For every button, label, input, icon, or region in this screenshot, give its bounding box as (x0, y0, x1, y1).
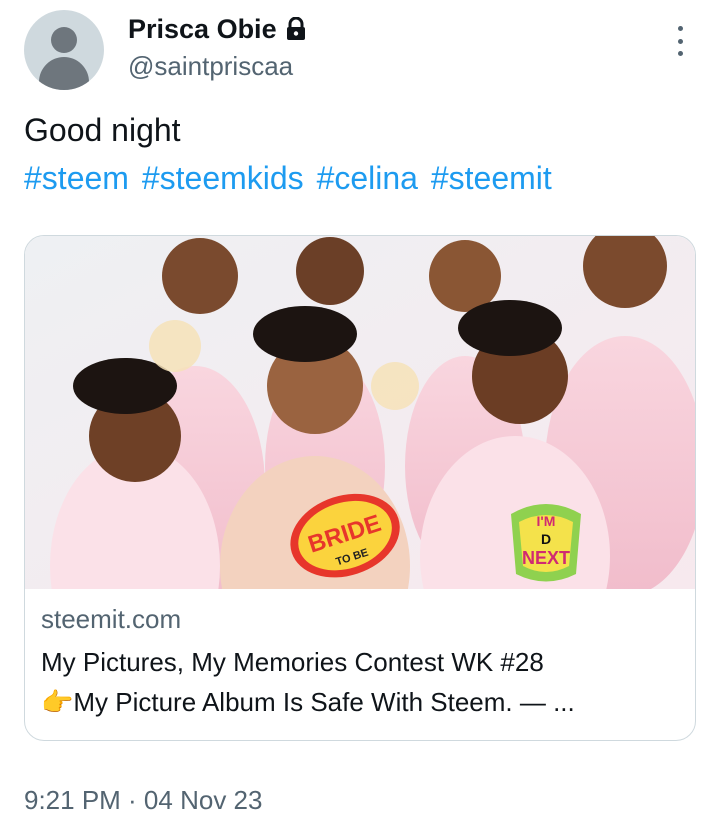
pointing-hand-icon: 👉 (41, 687, 74, 717)
next-sign-top-text: I'M (537, 513, 556, 529)
avatar[interactable] (24, 10, 104, 90)
card-title: My Pictures, My Memories Contest WK #28 … (41, 642, 679, 722)
hashtag-link[interactable]: #steem (24, 160, 129, 196)
next-sign-bottom-text: NEXT (522, 548, 570, 568)
author-handle[interactable]: @saintpriscaa (128, 50, 293, 82)
more-dot (677, 51, 683, 56)
more-options-icon[interactable] (670, 24, 690, 58)
avatar-body-shape (39, 57, 89, 90)
more-dot (677, 38, 683, 44)
tweet-text: Good night (24, 112, 181, 148)
card-photo-illustration: BRIDE TO BE I'M D NEXT (25, 236, 695, 589)
lock-icon (286, 17, 305, 40)
link-preview-card[interactable]: BRIDE TO BE I'M D NEXT steemit.com My Pi… (24, 235, 696, 741)
card-domain: steemit.com (41, 604, 182, 634)
next-sign-mid-text: D (541, 531, 551, 547)
tweet-timestamp[interactable]: 9:21 PM · 04 Nov 23 (24, 784, 262, 816)
avatar-head-shape (51, 27, 77, 53)
card-title-line-1: My Pictures, My Memories Contest WK #28 (41, 647, 544, 677)
hashtag-link[interactable]: #steemkids (142, 160, 304, 196)
card-meta: steemit.com My Pictures, My Memories Con… (41, 602, 679, 722)
more-dot (677, 26, 683, 31)
card-title-line-2-text: My Picture Album Is Safe With Steem. — .… (73, 687, 575, 717)
hashtag-list: #steem #steemkids #celina #steemit (24, 158, 556, 198)
card-title-line-2: 👉My Picture Album Is Safe With Steem. — … (41, 682, 679, 722)
author-name-row: Prisca Obie (128, 12, 307, 46)
author-display-name[interactable]: Prisca Obie (128, 12, 277, 46)
hashtag-link[interactable]: #steemit (431, 160, 552, 196)
card-image[interactable]: BRIDE TO BE I'M D NEXT (25, 236, 695, 589)
hashtag-link[interactable]: #celina (317, 160, 418, 196)
